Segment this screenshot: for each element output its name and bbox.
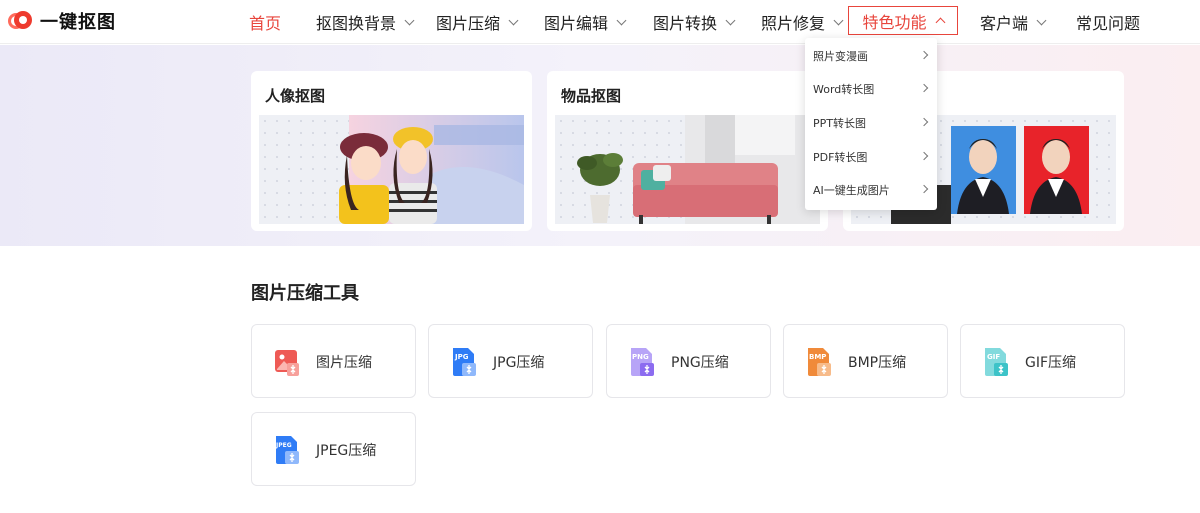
dropdown-item-pdf-to-long-image[interactable]: PDF转长图 (813, 147, 931, 167)
chevron-down-icon (725, 15, 736, 25)
tool-label: GIF压缩 (1025, 355, 1077, 371)
nav-label: 图片编辑 (544, 14, 609, 33)
dropdown-item-label: 照片变漫画 (813, 50, 868, 63)
dropdown-item-label: Word转长图 (813, 83, 875, 96)
nav-image-convert[interactable]: 图片转换 (653, 12, 736, 33)
card-object-cutout[interactable]: 物品抠图 (547, 71, 828, 231)
chevron-down-icon (833, 15, 844, 25)
tool-label: PNG压缩 (671, 355, 729, 371)
jpg-file-icon: JPG (453, 348, 476, 376)
nav-photo-repair[interactable]: 照片修复 (761, 12, 844, 33)
tool-image-compress[interactable]: 图片压缩 (251, 324, 416, 398)
tool-label: 图片压缩 (316, 355, 372, 371)
nav-home[interactable]: 首页 (249, 12, 282, 33)
tool-label: JPG压缩 (493, 355, 545, 371)
chevron-right-icon (919, 83, 929, 93)
chevron-right-icon (919, 117, 929, 127)
tool-jpeg-compress[interactable]: JPEG JPEG压缩 (251, 412, 416, 486)
portrait-image (259, 115, 524, 224)
chevron-up-icon (935, 17, 945, 27)
dropdown-item-photo-to-cartoon[interactable]: 照片变漫画 (813, 46, 931, 66)
card-title: 人像抠图 (265, 87, 326, 105)
logo[interactable]: 一键抠图 (8, 8, 116, 34)
nav-label: 首页 (249, 14, 282, 33)
object-image (555, 115, 820, 224)
gif-file-icon: GIF (985, 348, 1008, 376)
dropdown-item-ppt-to-long-image[interactable]: PPT转长图 (813, 113, 931, 133)
dropdown-item-label: PPT转长图 (813, 117, 866, 130)
nav-label: 常见问题 (1076, 14, 1141, 33)
chevron-down-icon (1036, 15, 1047, 25)
dropdown-item-word-to-long-image[interactable]: Word转长图 (813, 79, 931, 99)
tool-gif-compress[interactable]: GIF GIF压缩 (960, 324, 1125, 398)
chevron-down-icon (404, 15, 415, 25)
tool-png-compress[interactable]: PNG PNG压缩 (606, 324, 771, 398)
dropdown-item-ai-generate-image[interactable]: AI一键生成图片 (813, 180, 931, 200)
image-compress-icon (275, 350, 299, 376)
badge-text: JPEG (275, 442, 292, 449)
top-header: 一键抠图 首页 抠图换背景 图片压缩 图片编辑 图片转换 照片修复 特色功能 客… (0, 0, 1200, 44)
nav-client[interactable]: 客户端 (980, 12, 1047, 33)
badge-text: GIF (987, 353, 1000, 361)
tool-bmp-compress[interactable]: BMP BMP压缩 (783, 324, 948, 398)
dropdown-item-label: PDF转长图 (813, 151, 868, 164)
section-title: 图片压缩工具 (251, 283, 359, 304)
tool-jpg-compress[interactable]: JPG JPG压缩 (428, 324, 593, 398)
nav-cutout-background[interactable]: 抠图换背景 (316, 12, 415, 33)
chevron-right-icon (919, 184, 929, 194)
chevron-down-icon (616, 15, 627, 25)
card-title: 物品抠图 (561, 87, 622, 105)
chevron-down-icon (508, 15, 519, 25)
nav-label: 特色功能 (862, 12, 927, 32)
png-file-icon: PNG (631, 348, 654, 376)
badge-text: PNG (632, 353, 649, 361)
chevron-right-icon (919, 50, 929, 60)
nav-faq[interactable]: 常见问题 (1076, 12, 1141, 33)
nav-image-compress[interactable]: 图片压缩 (436, 12, 519, 33)
logo-icon (8, 9, 32, 33)
nav-label: 客户端 (980, 14, 1029, 33)
nav-label: 照片修复 (761, 14, 826, 33)
card-portrait-cutout[interactable]: 人像抠图 (251, 71, 532, 231)
badge-text: JPG (454, 353, 469, 361)
nav-image-edit[interactable]: 图片编辑 (544, 12, 627, 33)
logo-text: 一键抠图 (40, 12, 116, 33)
tool-label: BMP压缩 (848, 355, 907, 371)
nav-label: 抠图换背景 (316, 14, 397, 33)
jpeg-file-icon: JPEG (275, 436, 299, 464)
tool-label: JPEG压缩 (316, 443, 377, 459)
bmp-file-icon: BMP (808, 348, 831, 376)
dropdown-item-label: AI一键生成图片 (813, 184, 890, 197)
nav-label: 图片转换 (653, 14, 718, 33)
nav-label: 图片压缩 (436, 14, 501, 33)
nav-special-features[interactable]: 特色功能 (848, 6, 958, 35)
chevron-right-icon (919, 151, 929, 161)
special-features-dropdown: 照片变漫画 Word转长图 PPT转长图 PDF转长图 AI一键生成图片 (805, 38, 937, 210)
badge-text: BMP (809, 353, 826, 361)
